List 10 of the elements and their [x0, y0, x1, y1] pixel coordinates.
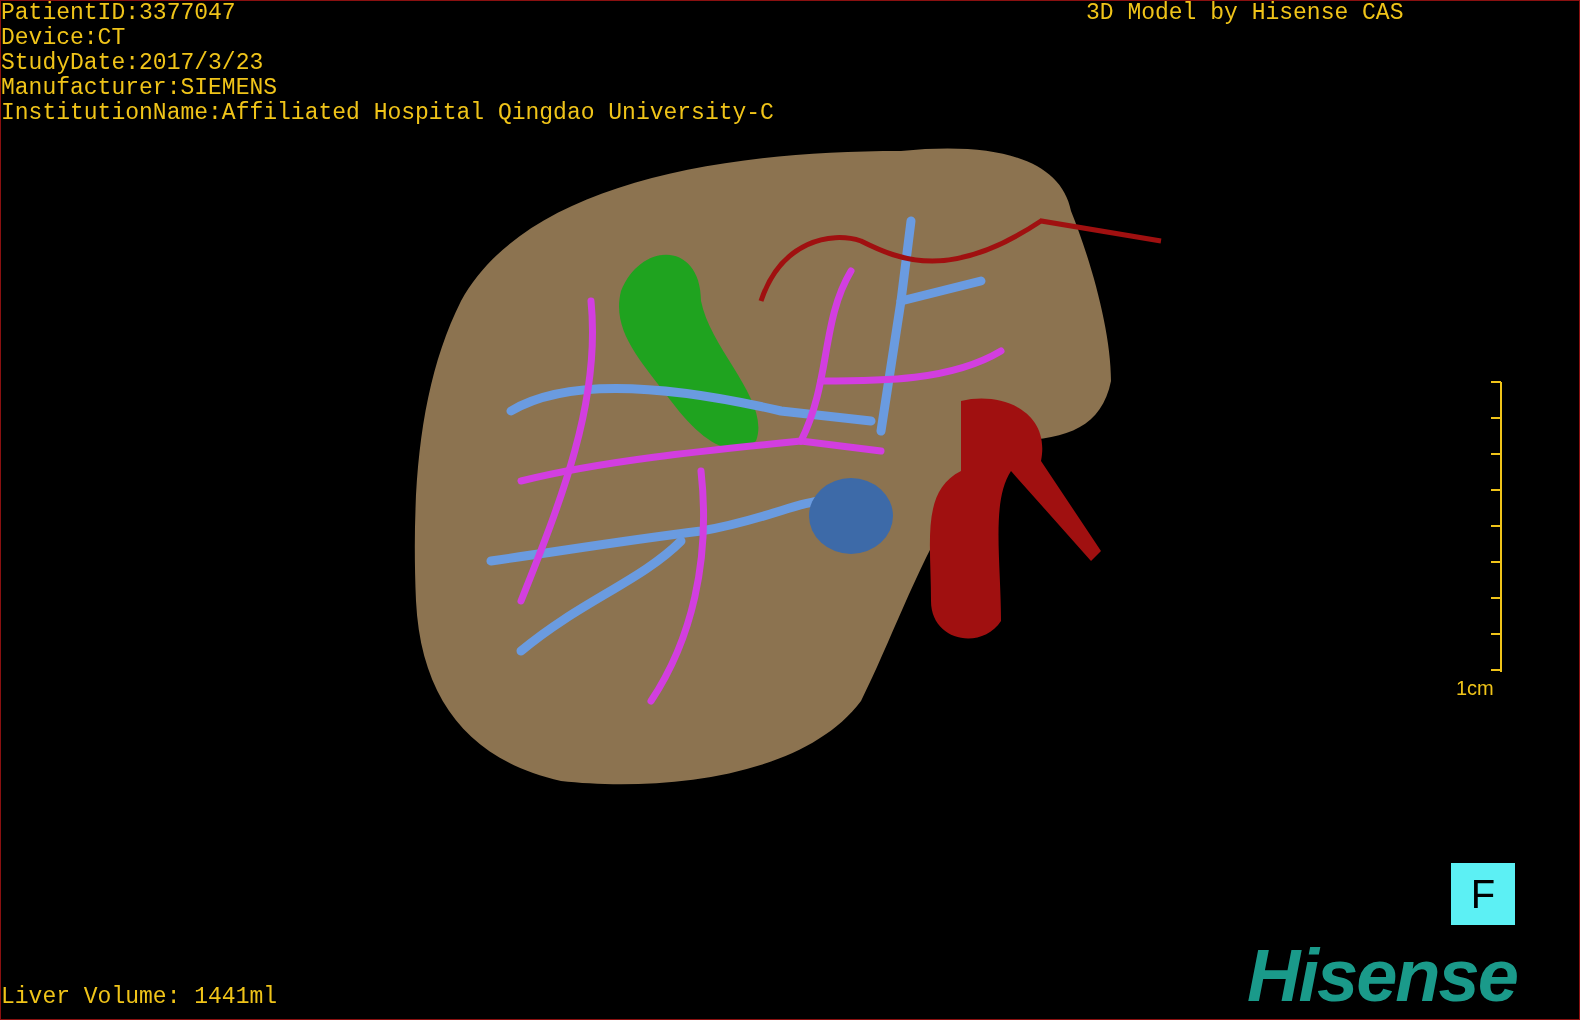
- patient-info-text: InstitutionName:Affiliated Hospital Qingdao University-C: [1, 101, 774, 126]
- patient-info-text: StudyDate:2017/3/23: [1, 51, 265, 76]
- logo-text: Hisense: [1247, 939, 1517, 1013]
- patient-info-text: Device:CT: [1, 26, 127, 51]
- orientation-button[interactable]: F: [1451, 863, 1515, 925]
- scale-label: 1cm: [1456, 677, 1494, 699]
- volume-text: Liver Volume: 1441ml: [1, 985, 278, 1010]
- patient-info-text: PatientID:3377047: [1, 1, 237, 26]
- header-text: 3D Model by Hisense CAS: [1086, 1, 1404, 26]
- patient-info-text: Manufacturer:SIEMENS: [1, 76, 279, 101]
